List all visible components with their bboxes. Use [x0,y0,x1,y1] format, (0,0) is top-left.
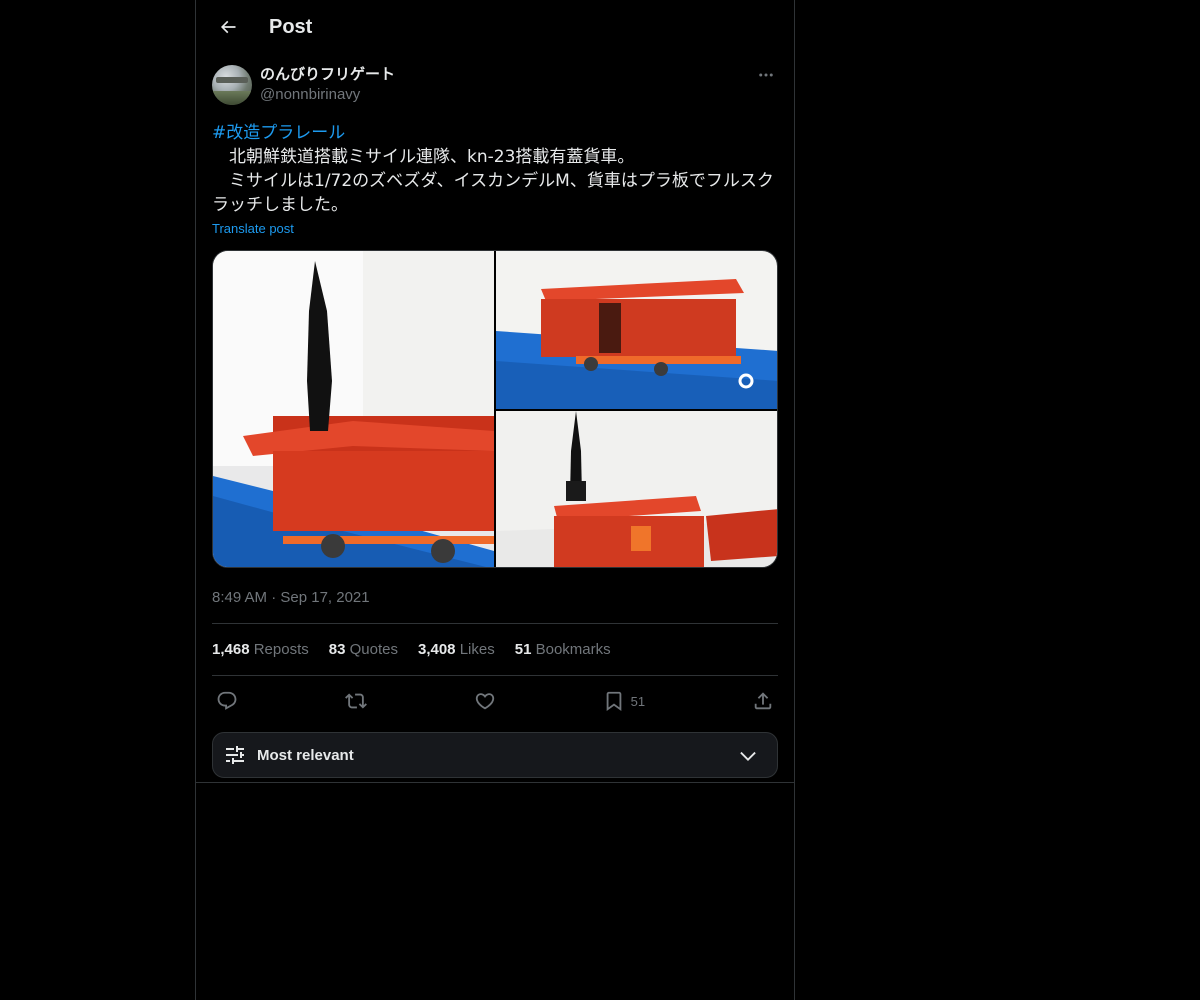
post: のんびりフリゲート @nonnbirinavy #改造プラレール 北朝鮮鉄道搭載… [196,65,794,778]
stat-likes[interactable]: 3,408 Likes [418,641,495,658]
photo-3[interactable] [496,411,777,567]
stat-number: 3,408 [417,641,456,658]
page-title: Post [269,15,313,38]
share-icon [754,692,772,710]
post-header: Post [196,0,794,54]
author-display-name[interactable]: のんびりフリゲート [260,65,395,85]
reply-icon [217,691,237,710]
photo-1[interactable] [213,251,494,567]
bookmark-count: 51 [630,693,646,709]
sliders-icon [226,746,244,764]
media-grid [212,250,778,568]
repost-button[interactable] [344,690,367,712]
engagement-stats: 1,468 Reposts 83 Quotes 3,408 Likes 51 B… [212,623,778,676]
sort-label: Most relevant [257,746,354,764]
stat-label: Likes [459,641,495,658]
post-timestamp[interactable]: 8:49 AM · Sep 17, 2021 [212,588,778,608]
hashtag-link[interactable]: #改造プラレール [212,123,345,143]
share-button[interactable] [752,690,774,712]
stat-label: Bookmarks [535,641,611,658]
more-dots-icon [759,73,773,77]
translate-post-link[interactable]: Translate post [212,221,294,236]
arrow-left-icon [220,20,236,34]
avatar[interactable] [212,65,252,105]
section-divider [196,782,794,783]
stat-number: 1,468 [212,641,250,658]
stat-bookmarks[interactable]: 51 Bookmarks [515,641,611,658]
stat-quotes[interactable]: 83 Quotes [329,641,398,658]
chevron-down-icon [740,751,756,761]
post-text-line-1: 北朝鮮鉄道搭載ミサイル連隊、kn-23搭載有蓋貨車。 [212,147,635,167]
reply-button[interactable] [216,690,238,712]
bookmark-button[interactable]: 51 [603,690,645,712]
photo-2[interactable] [496,251,777,409]
repost-icon [344,693,367,709]
main-column: Post のんびりフリゲート @nonnbirinavy #改造プラレール 北朝… [195,0,795,1000]
author-row: のんびりフリゲート @nonnbirinavy [212,65,778,105]
post-text: #改造プラレール 北朝鮮鉄道搭載ミサイル連隊、kn-23搭載有蓋貨車。 ミサイル… [212,121,778,217]
heart-icon [475,693,494,710]
action-bar: 51 [212,676,778,726]
more-options-button[interactable] [754,65,778,85]
stat-number: 83 [328,641,346,658]
reply-sort-dropdown[interactable]: Most relevant [212,732,778,778]
like-button[interactable] [474,690,496,712]
author-names: のんびりフリゲート @nonnbirinavy [260,65,395,105]
back-button[interactable] [212,11,244,43]
stat-label: Reposts [253,641,309,658]
stat-number: 51 [514,641,532,658]
stat-label: Quotes [349,641,398,658]
stat-reposts[interactable]: 1,468 Reposts [212,641,309,658]
post-text-line-2: ミサイルは1/72のズベズダ、イスカンデルM、貨車はプラ板でフルスクラッチしまし… [212,171,774,215]
bookmark-icon [606,691,621,712]
author-handle[interactable]: @nonnbirinavy [260,85,395,105]
